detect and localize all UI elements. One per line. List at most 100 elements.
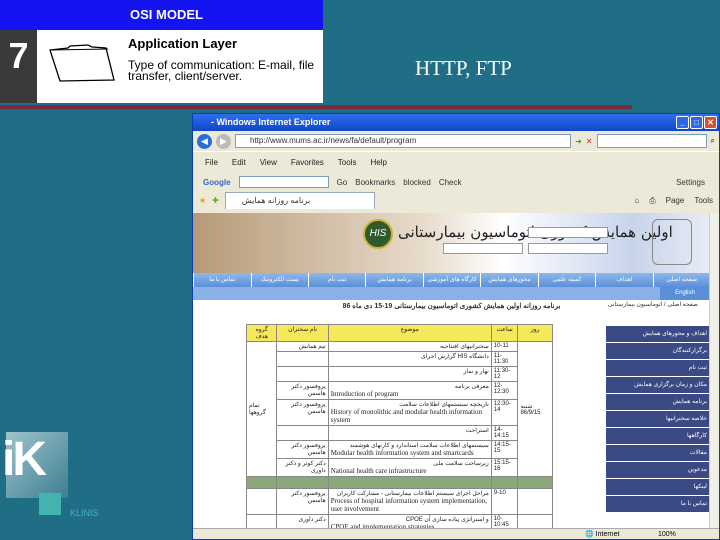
site-nav: صفحه اصلی اهداف کمیته علمی محورهای همایش کار… [193,273,710,287]
sidebar-item[interactable]: مدعوین [606,462,710,479]
zoom-level[interactable]: 100% [658,529,676,539]
speaker-cell: دکتر کوثر و دکتر داوری [276,458,329,477]
topic-cell: مراحل اجرای سیستم اطلاعات بیمارستانی - م… [327,488,492,515]
nav-item[interactable]: برنامه همایش [365,273,422,287]
sidebar-item[interactable]: برنامه همایش [606,394,710,411]
topic-en: Introduction of program [330,390,399,398]
osi-header: OSI MODEL [0,0,323,30]
minimize-button[interactable]: _ [676,116,689,129]
nav-item[interactable]: تماس با ما [193,273,250,287]
sidebar-spacer [606,314,710,326]
tools-menu[interactable]: Tools [694,196,713,206]
close-button[interactable]: ✕ [704,116,717,129]
sidebar-item[interactable]: ثبت نام [606,360,710,377]
column-header: روز [517,324,553,342]
time-cell: 15:15-16 [490,458,519,477]
url-input[interactable]: http://www.mums.ac.ir/news/fa/default/pr… [235,134,572,148]
google-logo: Google [203,177,231,187]
bookmarks-button[interactable]: Bookmarks [355,178,395,187]
nav-item[interactable]: ثبت نام [307,273,365,287]
speaker-cell [276,351,329,367]
nav-item[interactable]: کمیته علمی [537,273,595,287]
topic-cell: CPOE و استراتژی پیاده سازی آن CPOE and im… [327,514,492,528]
nav-item[interactable]: اهداف [595,273,652,287]
back-button[interactable]: ◀ [197,133,212,149]
forward-button[interactable]: ▶ [216,133,231,149]
sidebar-item[interactable]: مقالات [606,445,710,462]
print-icon[interactable]: ⎙ [649,196,655,206]
speaker-cell [276,425,329,441]
logo-name: KLINIS [70,508,99,518]
search-icon[interactable]: ⌕ [711,136,715,146]
window-title: - Windows Internet Explorer [211,117,331,127]
page-menu[interactable]: Page [666,196,685,206]
check-button[interactable]: Check [439,178,462,187]
sidebar-item[interactable]: برگزارکنندگان [606,343,710,360]
zone-label: 🌐 Internet [585,531,620,538]
nav-item[interactable]: پست الکترونیک [250,273,308,287]
menu-edit[interactable]: Edit [232,158,246,167]
menu-tools[interactable]: Tools [338,158,357,167]
menu-view[interactable]: View [260,158,277,167]
breadcrumb[interactable]: صفحه اصلی / اتوماسیون بیمارستانی [608,301,698,308]
site-select-2[interactable] [528,243,608,254]
sidebar-item[interactable]: کارگاهها [606,428,710,445]
separator-cell [517,476,553,489]
search-input[interactable] [596,134,707,148]
topic-cell: نهار و نماز [327,366,492,382]
nav-item[interactable]: محورهای همایش [480,273,537,287]
separator-cell [245,476,278,489]
menu-help[interactable]: Help [370,158,386,167]
topic-cell: استراحت [327,425,492,441]
topic-fa: مراحل اجرای سیستم اطلاعات بیمارستانی - م… [336,491,489,497]
favorites-star-icon[interactable]: ★ [199,196,206,205]
sidebar-item[interactable]: مکان و زمان برگزاری همایش [606,377,710,394]
day-cell: شنبه 86/9/15 [517,341,553,477]
settings-button[interactable]: Settings [676,178,719,187]
topic-cell: معرفی برنامه Introduction of program [327,381,492,400]
separator-cell [276,476,329,489]
sidebar-item[interactable]: اهداف و محورهای همایش [606,326,710,343]
add-favorite-icon[interactable]: ✚ [212,196,219,205]
speaker-cell: دکتر داوری [276,514,329,528]
home-icon[interactable]: ⌂ [634,196,639,206]
vertical-scrollbar[interactable] [709,213,719,528]
sidebar-item[interactable]: تماس با ما [606,496,710,513]
english-link[interactable]: English [660,287,710,300]
time-cell: 10-11 [490,341,519,352]
table-row: پروفسور دکتر هاسمن مراحل اجرای سیستم اطلا… [245,488,553,515]
column-header: گروه هدف [245,324,278,342]
menu-favorites[interactable]: Favorites [291,158,324,167]
folder-icon [49,44,115,82]
google-go-button[interactable]: Go [337,178,348,187]
topic-cell: تاریخچه سیستمهای اطلاعات سلامت History of… [327,399,492,426]
nav-item[interactable]: کارگاه های آموزشی [422,273,480,287]
browser-tab[interactable]: برنامه روزانه همایش [224,192,375,209]
table-row: استراحت 14-14:15 [247,425,553,441]
topic-en: History of monolithic and modular health… [330,408,482,424]
separator-row [245,476,553,489]
table-row: پروفسور دکتر هاسمن سیستمهای اطلاعات سلامت… [247,440,553,459]
go-icon[interactable]: ➜ [575,137,582,146]
tab-bar: ★ ✚ برنامه روزانه همایش ⌂ ⎙ Page Tools [193,191,719,210]
maximize-button[interactable]: □ [690,116,703,129]
stop-icon[interactable]: ✕ [586,137,593,146]
nav-item[interactable]: صفحه اصلی [652,273,710,287]
time-cell: 11:30-12 [490,366,519,382]
sub-nav: English [193,287,710,300]
target-group-cell [245,488,278,515]
popup-blocked[interactable]: blocked [403,178,431,187]
google-search-input[interactable] [238,176,329,188]
sidebar-item[interactable]: خلاصه سخنرانیها [606,411,710,428]
topic-fa: نهار و نماز [463,369,489,375]
topic-cell: سیستمهای اطلاعات سلامت استاندارد و کارته… [327,440,492,459]
time-cell: 12-12:30 [490,381,519,400]
google-toolbar: Google Go Bookmarks blocked Check Settin… [193,173,719,191]
protocols-text: HTTP, FTP [415,56,512,80]
site-select-1[interactable] [528,227,608,238]
site-search-input[interactable] [443,243,523,254]
day-cell [517,488,553,515]
speaker-cell: تیم همایش [276,341,329,352]
sidebar-item[interactable]: لینکها [606,479,710,496]
menu-file[interactable]: File [205,158,218,167]
